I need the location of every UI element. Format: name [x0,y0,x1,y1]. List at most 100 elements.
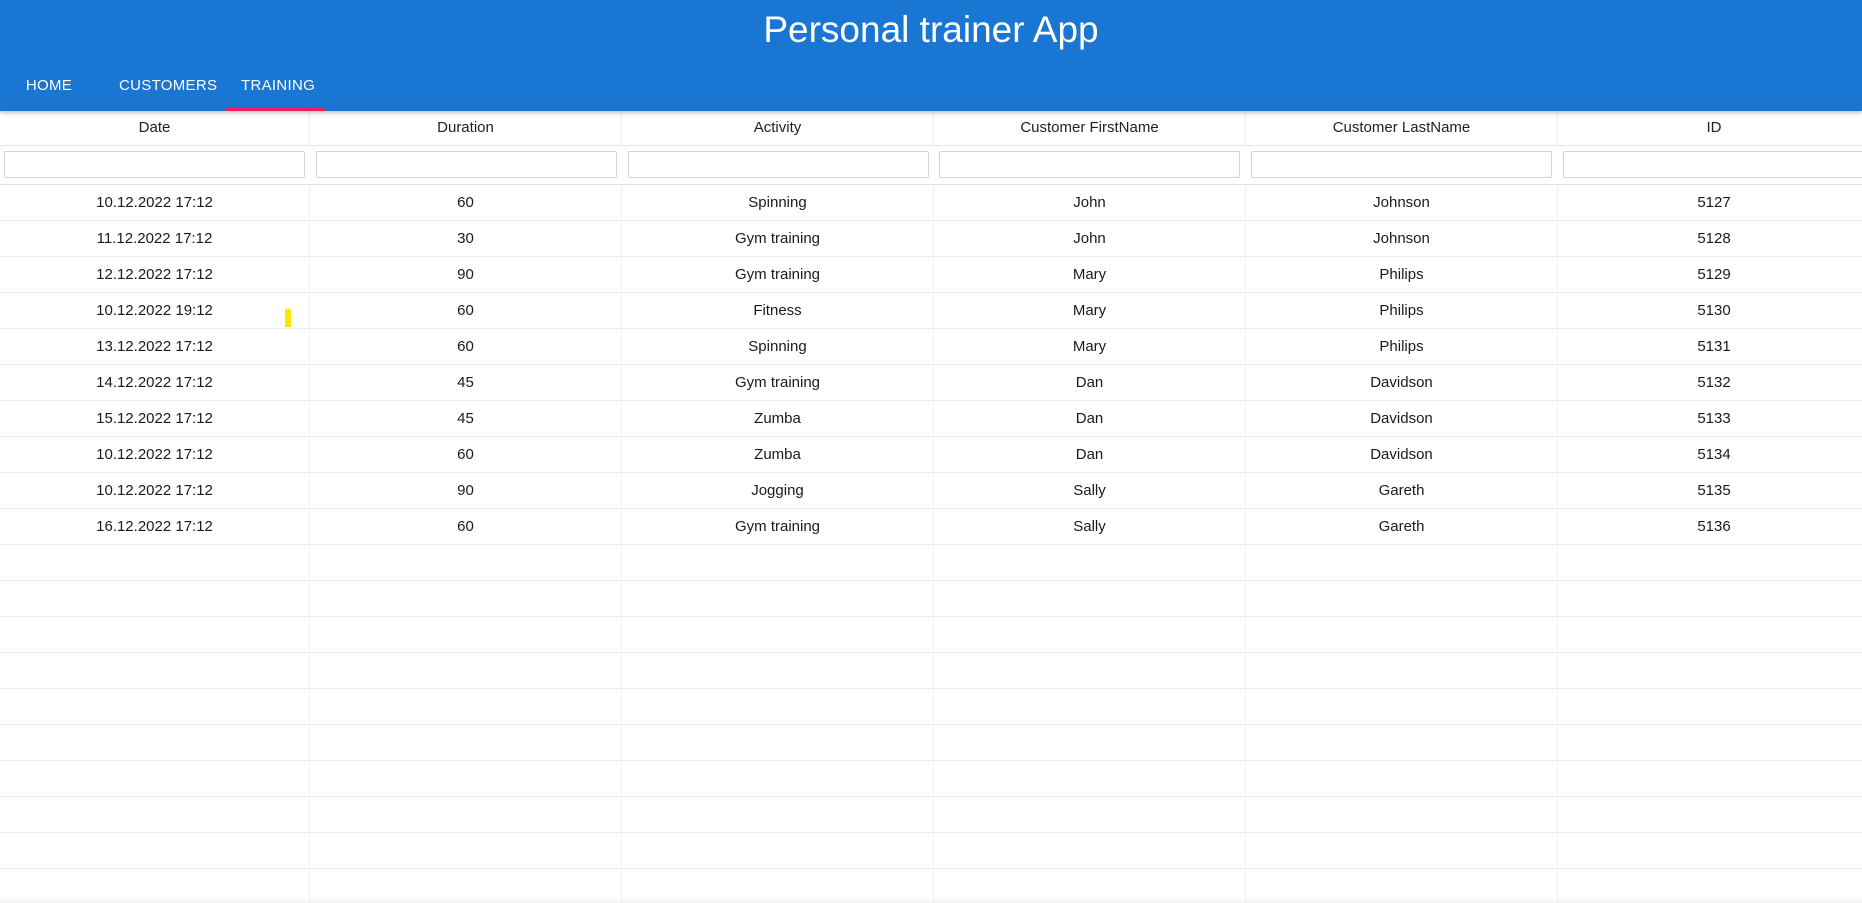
column-header-date[interactable]: Date [0,111,310,145]
tab-training[interactable]: TRAINING [226,66,326,111]
cell-activity [622,725,934,760]
cell-customer-firstname[interactable]: John [934,185,1246,220]
cell-duration[interactable]: 90 [310,473,622,508]
cell-duration[interactable]: 45 [310,365,622,400]
cell-date[interactable]: 16.12.2022 17:12 [0,509,310,544]
cell-customer-lastname[interactable]: Davidson [1246,401,1558,436]
cell-date [0,545,310,580]
cell-customer-firstname [934,797,1246,832]
column-header-id[interactable]: ID [1558,111,1862,145]
cell-activity[interactable]: Zumba [622,437,934,472]
cell-id [1558,617,1862,652]
cell-customer-firstname[interactable]: Sally [934,473,1246,508]
cell-customer-firstname[interactable]: Sally [934,509,1246,544]
cell-duration[interactable]: 90 [310,257,622,292]
cell-activity[interactable]: Spinning [622,185,934,220]
table-row[interactable]: 13.12.2022 17:12 60 Spinning Mary Philips 513… [0,329,1862,365]
cell-customer-lastname[interactable]: Philips [1246,329,1558,364]
cell-customer-firstname[interactable]: Dan [934,437,1246,472]
filter-customer-lastname-input[interactable] [1251,151,1552,178]
cell-date[interactable]: 10.12.2022 17:12 [0,473,310,508]
cell-customer-firstname [934,725,1246,760]
cell-customer-lastname[interactable]: Philips [1246,257,1558,292]
cell-duration [310,797,622,832]
tab-home[interactable]: HOME [6,66,92,111]
column-header-activity[interactable]: Activity [622,111,934,145]
cell-customer-firstname[interactable]: Dan [934,365,1246,400]
cell-id[interactable]: 5135 [1558,473,1862,508]
cell-customer-firstname[interactable]: John [934,221,1246,256]
table-row[interactable]: 15.12.2022 17:12 45 Zumba Dan Davidson 5133 [0,401,1862,437]
cell-id[interactable]: 5131 [1558,329,1862,364]
cell-customer-firstname[interactable]: Mary [934,257,1246,292]
cell-date[interactable]: 10.12.2022 17:12 [0,437,310,472]
filter-activity-input[interactable] [628,151,929,178]
cell-customer-lastname[interactable]: Philips [1246,293,1558,328]
grid-body: 10.12.2022 17:12 60 Spinning John Johnson 512… [0,185,1862,903]
cell-date[interactable]: 12.12.2022 17:12 [0,257,310,292]
tab-customers[interactable]: CUSTOMERS [104,66,226,111]
filter-duration-input[interactable] [316,151,617,178]
cell-customer-lastname[interactable]: Johnson [1246,185,1558,220]
table-row[interactable]: 16.12.2022 17:12 60 Gym training Sally Garet… [0,509,1862,545]
cell-date [0,761,310,796]
table-row[interactable]: 14.12.2022 17:12 45 Gym training Dan Davidso… [0,365,1862,401]
cell-id[interactable]: 5132 [1558,365,1862,400]
cell-duration [310,689,622,724]
table-row[interactable]: 12.12.2022 17:12 90 Gym training Mary Philip… [0,257,1862,293]
cell-id[interactable]: 5134 [1558,437,1862,472]
cell-date[interactable]: 13.12.2022 17:12 [0,329,310,364]
table-row[interactable]: 11.12.2022 17:12 30 Gym training John Johnso… [0,221,1862,257]
filter-date-input[interactable] [4,151,305,178]
cell-activity[interactable]: Gym training [622,221,934,256]
cell-duration[interactable]: 45 [310,401,622,436]
cell-customer-lastname[interactable]: Johnson [1246,221,1558,256]
cell-date[interactable]: 15.12.2022 17:12 [0,401,310,436]
cell-duration[interactable]: 60 [310,329,622,364]
cell-duration[interactable]: 60 [310,293,622,328]
empty-table-row [0,833,1862,869]
cell-id[interactable]: 5130 [1558,293,1862,328]
column-header-duration[interactable]: Duration [310,111,622,145]
cell-date [0,617,310,652]
cell-customer-firstname[interactable]: Mary [934,293,1246,328]
cell-id[interactable]: 5128 [1558,221,1862,256]
cell-id[interactable]: 5133 [1558,401,1862,436]
table-row[interactable]: 10.12.2022 17:12 60 Zumba Dan Davidson 5134 [0,437,1862,473]
cell-id[interactable]: 5136 [1558,509,1862,544]
cell-duration[interactable]: 60 [310,185,622,220]
cell-activity[interactable]: Gym training [622,365,934,400]
cell-customer-firstname[interactable]: Dan [934,401,1246,436]
cell-activity[interactable]: Spinning [622,329,934,364]
cell-activity[interactable]: Fitness [622,293,934,328]
table-row[interactable]: 10.12.2022 17:12 60 Spinning John Johnson 512… [0,185,1862,221]
cell-date[interactable]: 11.12.2022 17:12 [0,221,310,256]
empty-table-row [0,725,1862,761]
cell-duration[interactable]: 60 [310,437,622,472]
cell-customer-lastname[interactable]: Gareth [1246,509,1558,544]
cell-customer-lastname[interactable]: Gareth [1246,473,1558,508]
filter-id-input[interactable] [1563,151,1862,178]
cell-date[interactable]: 10.12.2022 17:12 [0,185,310,220]
cell-activity[interactable]: Zumba [622,401,934,436]
filter-customer-firstname-input[interactable] [939,151,1240,178]
cell-id[interactable]: 5129 [1558,257,1862,292]
cell-activity[interactable]: Gym training [622,509,934,544]
table-row[interactable]: 10.12.2022 19:12 60 Fitness Mary Philips 5130 [0,293,1862,329]
cell-date [0,653,310,688]
column-header-customer-lastname[interactable]: Customer LastName [1246,111,1558,145]
cell-activity[interactable]: Gym training [622,257,934,292]
table-row[interactable]: 10.12.2022 17:12 90 Jogging Sally Gareth 5135 [0,473,1862,509]
cell-duration[interactable]: 30 [310,221,622,256]
cell-duration[interactable]: 60 [310,509,622,544]
cell-customer-lastname[interactable]: Davidson [1246,437,1558,472]
column-header-customer-firstname[interactable]: Customer FirstName [934,111,1246,145]
cell-activity[interactable]: Jogging [622,473,934,508]
cell-customer-lastname[interactable]: Davidson [1246,365,1558,400]
cell-id[interactable]: 5127 [1558,185,1862,220]
grid-bottom-shadow [0,897,1862,903]
cell-date[interactable]: 14.12.2022 17:12 [0,365,310,400]
cell-customer-firstname[interactable]: Mary [934,329,1246,364]
cell-date[interactable]: 10.12.2022 19:12 [0,293,310,328]
cell-customer-lastname [1246,689,1558,724]
